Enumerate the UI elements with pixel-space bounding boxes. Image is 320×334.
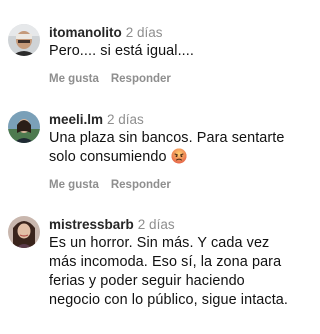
username[interactable]: itomanolito xyxy=(49,25,122,40)
reply-button[interactable]: Responder xyxy=(111,73,171,85)
username[interactable]: meeli.lm xyxy=(49,112,103,127)
avatar[interactable] xyxy=(8,24,40,56)
comment-item: meeli.lm 2 días Una plaza sin bancos. Par… xyxy=(0,100,305,205)
avatar[interactable] xyxy=(8,216,40,248)
avatar[interactable] xyxy=(8,111,40,143)
comment-time: 2 días xyxy=(125,25,163,40)
like-button[interactable]: Me gusta xyxy=(49,179,99,191)
username[interactable]: mistressbarb xyxy=(49,217,134,232)
comment-text: Pero.... si está igual.... xyxy=(49,43,194,59)
comment-item: mistressbarb 2 días Es un horror. Sin más… xyxy=(0,205,305,334)
reply-button[interactable]: Responder xyxy=(111,179,171,191)
comment-time: 2 días xyxy=(107,112,144,127)
comment-text: Es un horror. Sin más. Y cada vez más in… xyxy=(49,235,289,308)
comment-time: 2 días xyxy=(137,217,175,232)
pouting-face-icon xyxy=(171,148,187,170)
comment-item: itomanolito 2 días Pero.... si está igual… xyxy=(0,0,305,100)
comment-text: Una plaza sin bancos. Para sentarte solo… xyxy=(49,130,285,165)
like-button[interactable]: Me gusta xyxy=(49,73,99,85)
